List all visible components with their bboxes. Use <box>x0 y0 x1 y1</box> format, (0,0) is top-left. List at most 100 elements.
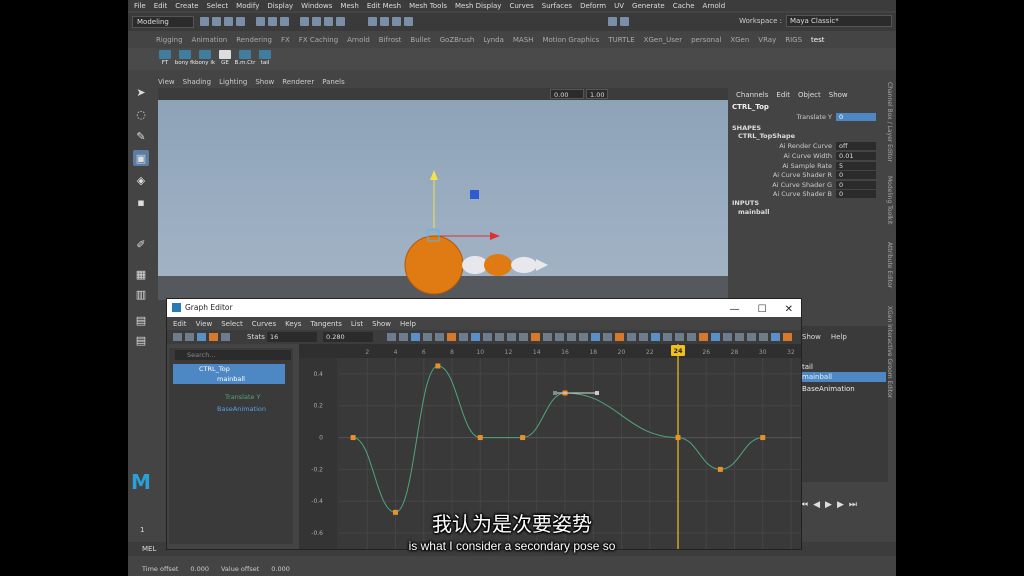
cb-menu-edit[interactable]: Edit <box>776 91 790 99</box>
shelf-tab-bifrost[interactable]: Bifrost <box>379 36 402 48</box>
attr-row-ai-render-curve[interactable]: Ai Render Curve off <box>728 141 876 150</box>
menu-windows[interactable]: Windows <box>301 2 332 10</box>
snap-curve-icon[interactable] <box>312 17 321 26</box>
layer-menu-help[interactable]: Help <box>831 333 847 341</box>
cb-menu-channels[interactable]: Channels <box>736 91 768 99</box>
attr-value[interactable]: 0.01 <box>836 151 876 160</box>
vp-menu-lighting[interactable]: Lighting <box>219 78 247 88</box>
vp-menu-view[interactable]: View <box>158 78 175 88</box>
ge-menu-help[interactable]: Help <box>400 320 416 328</box>
four-view-layout-icon[interactable]: ▥ <box>133 286 149 302</box>
shelf-tab-xgen[interactable]: XGen <box>730 36 749 48</box>
paint-select-icon[interactable]: ✎ <box>133 128 149 144</box>
select-object-icon[interactable] <box>268 17 277 26</box>
menu-mesh-display[interactable]: Mesh Display <box>455 2 501 10</box>
gamma-field[interactable]: 1.00 <box>586 89 608 99</box>
layer-item-baseanimation[interactable]: BaseAnimation <box>800 384 880 394</box>
attr-row-translate-y[interactable]: Translate Y 0 <box>728 112 876 121</box>
shelf-tab-rigs[interactable]: RIGS <box>785 36 802 48</box>
menu-file[interactable]: File <box>134 2 146 10</box>
shelf-tab-bullet[interactable]: Bullet <box>410 36 430 48</box>
shelf-tab-turtle[interactable]: TURTLE <box>608 36 634 48</box>
folder-icon[interactable] <box>200 17 209 26</box>
shelf-tab-rendering[interactable]: Rendering <box>236 36 272 48</box>
select-tool-icon[interactable]: ➤ <box>133 84 149 100</box>
perspective-viewport[interactable] <box>158 100 728 300</box>
ge-menu-select[interactable]: Select <box>221 320 243 328</box>
ge-menu-show[interactable]: Show <box>372 320 391 328</box>
shelf-tab-fx-caching[interactable]: FX Caching <box>299 36 338 48</box>
menu-select[interactable]: Select <box>207 2 229 10</box>
menuset-dropdown[interactable]: Modeling <box>132 16 194 28</box>
single-perspective-layout-icon[interactable]: ▦ <box>133 266 149 282</box>
shelf-button-bony-fk[interactable]: bony fk <box>174 50 196 68</box>
save-icon[interactable] <box>212 17 221 26</box>
select-component-icon[interactable] <box>280 17 289 26</box>
shelf-tab-animation[interactable]: Animation <box>192 36 228 48</box>
vp-menu-shading[interactable]: Shading <box>183 78 211 88</box>
eyedropper-icon[interactable]: ✐ <box>133 236 149 252</box>
move-tool-icon[interactable]: ▣ <box>133 150 149 166</box>
side-tab-attribute-editor[interactable]: Attribute Editor <box>886 242 893 288</box>
shelf-tab-mash[interactable]: MASH <box>513 36 534 48</box>
outliner-layout-icon[interactable]: ▤ <box>133 332 149 348</box>
scale-tool-icon[interactable]: ▪ <box>133 194 149 210</box>
ge-outliner-baseanimation[interactable]: BaseAnimation <box>173 404 283 414</box>
side-tab-channel-box[interactable]: Channel Box / Layer Editor <box>886 82 893 162</box>
attr-row-ai-curve-shader-g[interactable]: Ai Curve Shader G 0 <box>728 180 876 189</box>
ge-search-input[interactable]: Search... <box>175 350 291 360</box>
cb-menu-object[interactable]: Object <box>798 91 821 99</box>
maximize-icon[interactable]: ☐ <box>758 301 767 319</box>
shelf-tab-vray[interactable]: VRay <box>758 36 776 48</box>
ge-outliner-translate-y[interactable]: Translate Y <box>173 392 283 402</box>
ge-menu-view[interactable]: View <box>196 320 213 328</box>
select-hierarchy-icon[interactable] <box>256 17 265 26</box>
shelf-tab-arnold[interactable]: Arnold <box>347 36 370 48</box>
ge-menu-list[interactable]: List <box>351 320 363 328</box>
layer-menu-show[interactable]: Show <box>802 333 821 341</box>
attr-row-ai-sample-rate[interactable]: Ai Sample Rate 5 <box>728 161 876 170</box>
menu-deform[interactable]: Deform <box>580 2 606 10</box>
ge-menu-curves[interactable]: Curves <box>252 320 276 328</box>
attr-row-ai-curve-shader-r[interactable]: Ai Curve Shader R 0 <box>728 170 876 179</box>
shelf-button-bm-ctr[interactable]: B.m.Ctr <box>234 50 256 68</box>
menu-curves[interactable]: Curves <box>509 2 533 10</box>
menu-uv[interactable]: UV <box>614 2 624 10</box>
menu-display[interactable]: Display <box>267 2 293 10</box>
ge-outliner-ctrl-top[interactable]: CTRL_Top <box>173 364 285 374</box>
menu-cache[interactable]: Cache <box>673 2 695 10</box>
vp-menu-show[interactable]: Show <box>255 78 274 88</box>
arnold-render-icon[interactable] <box>608 17 617 26</box>
attr-value[interactable]: off <box>836 141 876 150</box>
menu-modify[interactable]: Modify <box>236 2 259 10</box>
menu-generate[interactable]: Generate <box>632 2 665 10</box>
shelf-button-ge[interactable]: GE <box>214 50 236 68</box>
snap-grid-icon[interactable] <box>300 17 309 26</box>
rotate-tool-icon[interactable]: ◈ <box>133 172 149 188</box>
menu-arnold[interactable]: Arnold <box>703 2 726 10</box>
shelf-button-tail[interactable]: tail <box>254 50 276 68</box>
attr-row-ai-curve-shader-b[interactable]: Ai Curve Shader B 0 <box>728 189 876 198</box>
menu-edit-mesh[interactable]: Edit Mesh <box>367 2 401 10</box>
shelf-tab-motion-graphics[interactable]: Motion Graphics <box>542 36 599 48</box>
menu-mesh[interactable]: Mesh <box>340 2 358 10</box>
menu-surfaces[interactable]: Surfaces <box>542 2 572 10</box>
hypershade-icon[interactable] <box>620 17 629 26</box>
side-tab-modeling-toolkit[interactable]: Modeling Toolkit <box>886 176 893 224</box>
shelf-tab-xgen-user[interactable]: XGen_User <box>644 36 682 48</box>
snap-point-icon[interactable] <box>324 17 333 26</box>
render-icon[interactable] <box>380 17 389 26</box>
shelf-tab-gozbrush[interactable]: GoZBrush <box>440 36 475 48</box>
minimize-icon[interactable]: — <box>730 301 740 319</box>
two-pane-layout-icon[interactable]: ▤ <box>133 312 149 328</box>
tangent-tool-icons[interactable] <box>167 330 801 344</box>
close-icon[interactable]: ✕ <box>785 301 793 319</box>
layer-item-mainball[interactable]: mainball <box>800 372 886 382</box>
ge-menu-edit[interactable]: Edit <box>173 320 187 328</box>
menu-edit[interactable]: Edit <box>154 2 168 10</box>
menu-create[interactable]: Create <box>175 2 198 10</box>
attr-value[interactable]: 0 <box>836 189 876 198</box>
ipr-render-icon[interactable] <box>392 17 401 26</box>
shelf-button-ft[interactable]: FT <box>154 50 176 68</box>
vp-menu-panels[interactable]: Panels <box>322 78 345 88</box>
